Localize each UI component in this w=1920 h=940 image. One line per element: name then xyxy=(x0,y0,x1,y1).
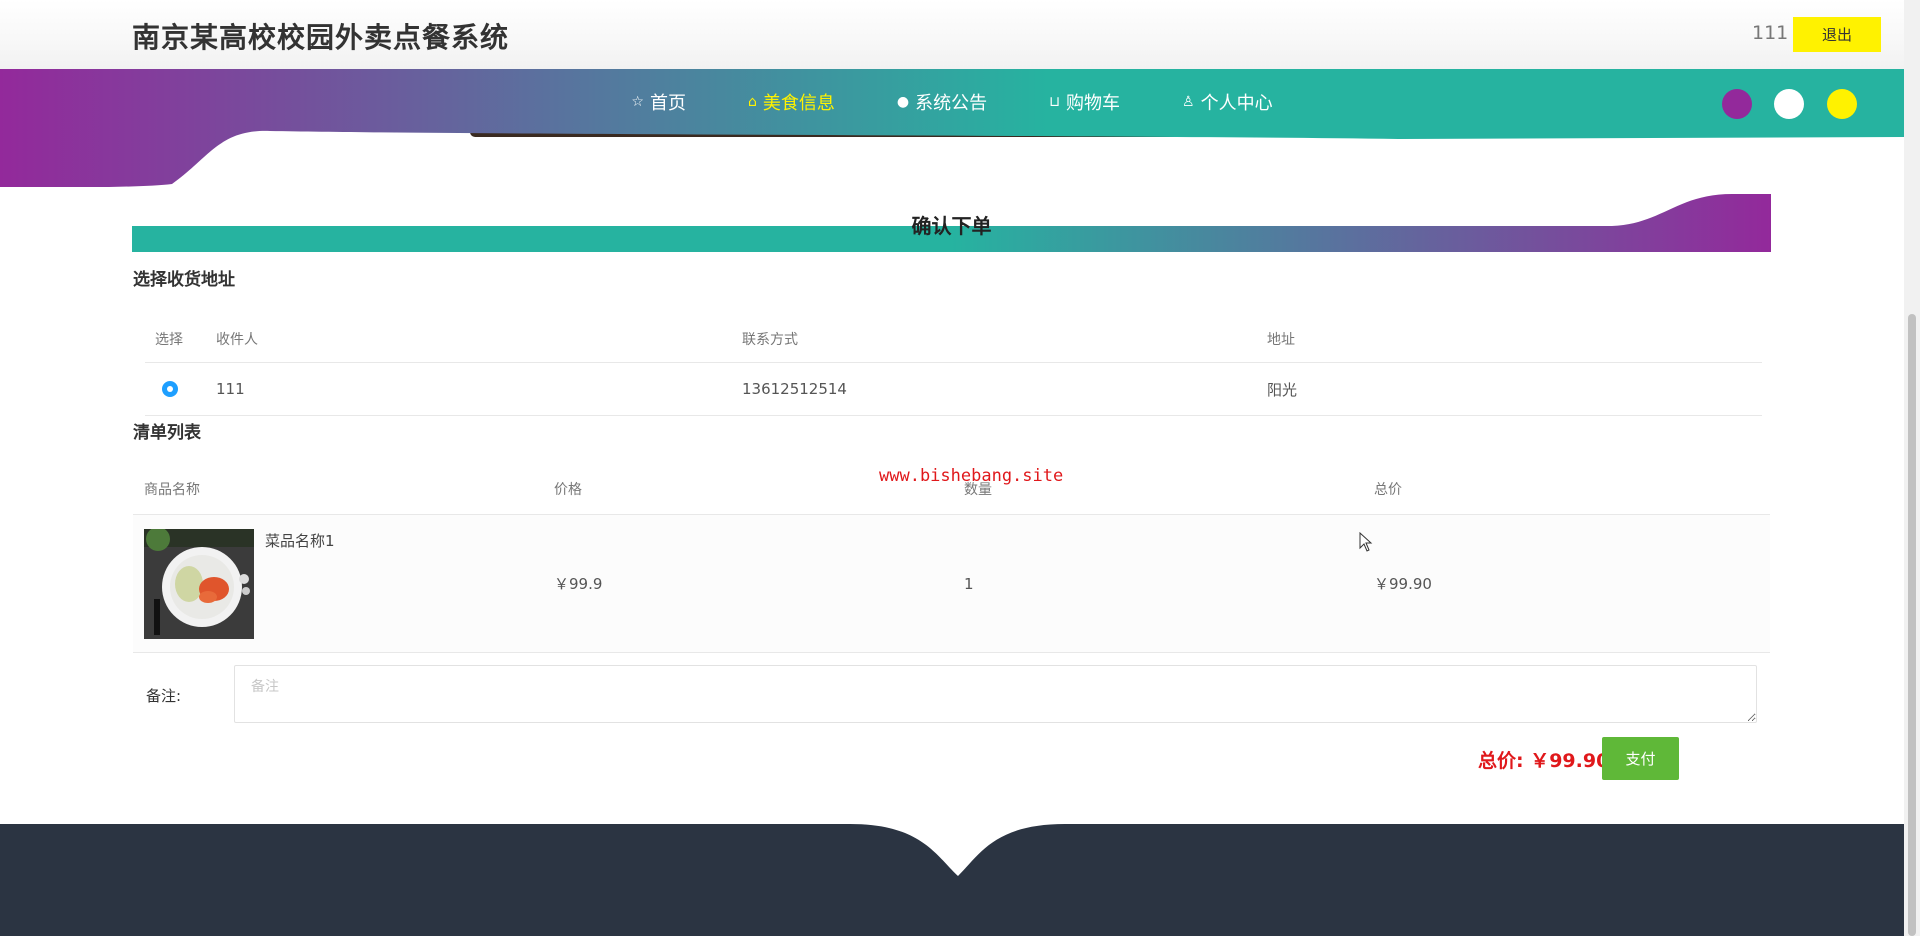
clock-icon: ● xyxy=(896,94,910,110)
column-header: 商品名称 xyxy=(144,481,200,498)
order-section-title: 清单列表 xyxy=(133,423,201,443)
scrollbar-thumb[interactable] xyxy=(1908,314,1916,936)
page-scrollbar[interactable] xyxy=(1904,0,1920,936)
theme-dot-yellow[interactable] xyxy=(1827,89,1857,119)
product-image[interactable] xyxy=(144,529,254,639)
receiver-cell: 111 xyxy=(216,380,245,398)
quantity-cell: 1 xyxy=(964,574,974,593)
nav-item-personal-center[interactable]: ♙ 个人中心 xyxy=(1182,89,1273,115)
phone-cell: 13612512514 xyxy=(742,380,847,398)
main-nav: ☆ 首页 ⌂ 美食信息 ● 系统公告 ⊔ 购物车 ♙ 个人中心 xyxy=(0,69,1904,135)
theme-dot-white[interactable] xyxy=(1774,89,1804,119)
order-row: 菜品名称1 ￥99.9 1 ￥99.90 xyxy=(133,515,1770,653)
address-row[interactable]: 111 13612512514 阳光 xyxy=(145,363,1762,416)
page-title: 确认下单 xyxy=(911,214,992,238)
username: 111 xyxy=(1752,22,1789,44)
nav-item-label: 美食信息 xyxy=(762,93,835,114)
remark-input[interactable] xyxy=(234,665,1757,723)
nav-item-label: 购物车 xyxy=(1066,93,1121,114)
column-header: 总价 xyxy=(1374,481,1402,498)
theme-dot-purple[interactable] xyxy=(1722,89,1752,119)
nav-item-label: 首页 xyxy=(649,93,686,114)
food-plate-graphic xyxy=(144,529,254,639)
watermark-text: www.bishebang.site xyxy=(879,466,1064,486)
total-price: 总价: ￥99.90 xyxy=(1478,750,1610,772)
order-table: 商品名称 价格 数量 总价 菜品名称1 ￥99.9 1 ￥99.90 xyxy=(133,463,1770,653)
nav-item-cart[interactable]: ⊔ 购物车 xyxy=(1049,89,1120,115)
address-table: 选择 收件人 联系方式 地址 111 13612512514 阳光 xyxy=(145,315,1762,416)
nav-item-label: 系统公告 xyxy=(915,93,988,114)
column-header: 选择 xyxy=(155,331,183,348)
top-header: 南京某高校校园外卖点餐系统 111 退出 xyxy=(0,0,1904,69)
nav-item-home[interactable]: ☆ 首页 xyxy=(631,89,686,115)
nav-item-label: 个人中心 xyxy=(1200,93,1273,114)
star-icon: ☆ xyxy=(631,94,644,110)
nav-item-food-info[interactable]: ⌂ 美食信息 xyxy=(748,89,835,115)
mouse-cursor-icon xyxy=(1359,532,1373,552)
user-icon: ♙ xyxy=(1182,94,1195,110)
logout-button[interactable]: 退出 xyxy=(1793,17,1881,52)
column-header: 地址 xyxy=(1267,331,1295,348)
footer xyxy=(0,824,1904,936)
column-header: 收件人 xyxy=(216,331,258,348)
address-section-title: 选择收货地址 xyxy=(133,270,235,290)
site-title: 南京某高校校园外卖点餐系统 xyxy=(132,21,510,54)
pay-button[interactable]: 支付 xyxy=(1602,737,1679,780)
remark-label: 备注: xyxy=(146,687,182,705)
nav-item-announcements[interactable]: ● 系统公告 xyxy=(897,89,987,115)
column-header: 联系方式 xyxy=(742,331,798,348)
bag-icon: ⌂ xyxy=(747,94,757,110)
address-cell: 阳光 xyxy=(1267,380,1298,399)
price-cell: ￥99.9 xyxy=(554,575,603,593)
address-table-header: 选择 收件人 联系方式 地址 xyxy=(145,315,1762,363)
address-radio-selected[interactable] xyxy=(162,381,178,397)
subtotal-cell: ￥99.90 xyxy=(1374,575,1432,593)
product-name: 菜品名称1 xyxy=(265,532,335,550)
footer-shape xyxy=(0,824,1904,936)
product-cell: 菜品名称1 xyxy=(133,515,543,652)
cart-icon: ⊔ xyxy=(1049,94,1061,110)
